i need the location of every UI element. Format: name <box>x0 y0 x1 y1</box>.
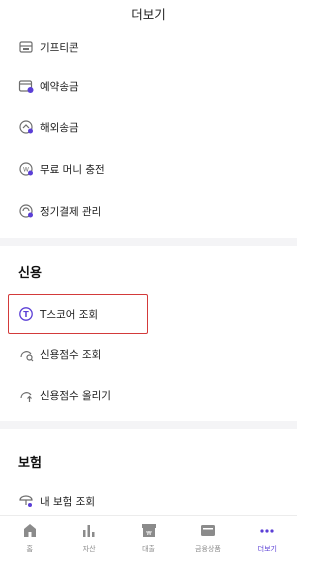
t-score-icon: T <box>18 306 34 322</box>
tab-financial-products[interactable]: 금융상품 <box>178 516 237 561</box>
menu-item-label: 신용점수 조회 <box>40 348 102 361</box>
menu-item-foreign-remittance[interactable]: 해외송금 <box>0 110 297 144</box>
insurance-search-icon <box>18 493 34 509</box>
svg-text:T: T <box>23 310 29 319</box>
asset-chart-icon <box>80 522 98 538</box>
menu-item-label: 기프티콘 <box>40 41 79 54</box>
tab-label: 홈 <box>26 545 33 553</box>
credit-score-icon <box>18 346 34 362</box>
home-icon <box>21 522 39 538</box>
loan-icon: ₩ <box>140 522 158 538</box>
menu-item-label: 해외송금 <box>40 121 79 134</box>
bottom-tab-bar: 홈 자산 ₩ 대출 금융상품 더보기 <box>0 515 297 561</box>
menu-item-label: 무료 머니 충전 <box>40 163 105 176</box>
section-title-insurance: 보험 <box>18 456 42 471</box>
tab-label: 금융상품 <box>195 545 221 553</box>
tab-label: 대출 <box>142 545 155 553</box>
tab-label: 더보기 <box>257 545 277 553</box>
menu-item-label: 예약송금 <box>40 80 79 93</box>
gift-card-icon <box>18 39 34 55</box>
menu-item-credit-boost[interactable]: 신용점수 올리기 <box>0 378 297 412</box>
menu-item-recurring-payment[interactable]: 정기결제 관리 <box>0 194 297 228</box>
financial-product-icon <box>199 522 217 538</box>
menu-item-scheduled-transfer[interactable]: 예약송금 <box>0 69 297 103</box>
section-title-credit: 신용 <box>18 266 42 281</box>
tab-assets[interactable]: 자산 <box>59 516 118 561</box>
credit-boost-icon <box>18 387 34 403</box>
menu-item-label: 정기결제 관리 <box>40 205 102 218</box>
menu-item-label: T스코어 조회 <box>40 308 99 321</box>
more-dots-icon <box>258 522 276 538</box>
tab-loan[interactable]: ₩ 대출 <box>119 516 178 561</box>
menu-item-label: 내 보험 조회 <box>40 495 95 508</box>
section-divider <box>0 421 297 429</box>
svg-text:₩: ₩ <box>146 531 152 537</box>
tab-home[interactable]: 홈 <box>0 516 59 561</box>
foreign-remittance-icon <box>18 119 34 135</box>
recurring-payment-icon <box>18 203 34 219</box>
menu-item-gifticon[interactable]: 기프티콘 <box>0 30 297 64</box>
money-charge-icon: W <box>18 161 34 177</box>
menu-item-credit-score[interactable]: 신용점수 조회 <box>0 337 297 371</box>
tab-more[interactable]: 더보기 <box>238 516 297 561</box>
menu-item-label: 신용점수 올리기 <box>40 389 111 402</box>
menu-item-t-score[interactable]: T T스코어 조회 <box>0 297 297 331</box>
calendar-transfer-icon <box>18 78 34 94</box>
tab-label: 자산 <box>82 545 96 553</box>
section-divider <box>0 238 297 246</box>
menu-item-my-insurance[interactable]: 내 보험 조회 <box>0 484 297 518</box>
menu-item-free-money-charge[interactable]: W 무료 머니 충전 <box>0 152 297 186</box>
page-title: 더보기 <box>131 7 166 22</box>
